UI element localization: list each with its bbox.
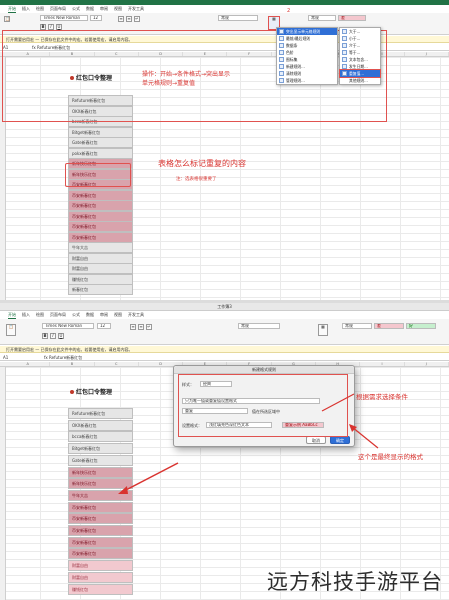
font-name-select[interactable]: Times New Roman: [40, 15, 88, 21]
top-screenshot: 开始 插入 绘图 页面布局 公式 数据 审阅 视图 开发工具 📋 Times N…: [0, 0, 449, 300]
annotation-box-duplicates: [65, 163, 131, 187]
annotation-arrows: [118, 393, 379, 494]
arrow-to-cells: [123, 462, 179, 492]
menu-item-label: 大于...: [349, 29, 361, 34]
color-scales-icon: [279, 50, 284, 55]
menu-item-data-bars[interactable]: 数据条: [277, 42, 337, 49]
table-cell[interactable]: 币安新春红包: [68, 221, 133, 232]
step-badge: 2: [287, 8, 291, 14]
menu-item-label: 清除规则: [286, 71, 302, 76]
tab-developer[interactable]: 开发工具: [128, 6, 144, 12]
clear-rules-icon: [279, 71, 284, 76]
highlight-rules-icon: [279, 29, 284, 34]
menu-item-label: 色阶: [286, 50, 294, 55]
text-contains-icon: [342, 57, 347, 62]
style-normal[interactable]: 常规: [308, 15, 336, 21]
tab-data[interactable]: 数据: [86, 6, 94, 12]
menu-item-highlight-rules[interactable]: 突出显示单元格规则: [277, 28, 337, 35]
bottom-screenshot: 工作簿3 开始 插入 绘图 页面布局 公式 数据 审阅 视图 开发工具 📋 Ti…: [0, 303, 449, 600]
paste-icon[interactable]: 📋: [4, 16, 10, 22]
table-cell[interactable]: Gate新春红包: [68, 137, 133, 148]
table-cell[interactable]: 财富自由: [68, 252, 133, 264]
table-cell[interactable]: 新春红包: [68, 284, 133, 295]
table-cell[interactable]: 财富自由: [68, 263, 133, 274]
less-than-icon: [342, 36, 347, 41]
table-cell[interactable]: 币安新春红包: [68, 231, 133, 243]
arrow-to-format: [351, 426, 379, 449]
between-icon: [342, 43, 347, 48]
conditional-format-menu: 突出显示单元格规则 最前/最后规则 数据条 色阶 图标集 新建规则... 清除规…: [276, 27, 338, 85]
table-cell[interactable]: 币安新春红包: [68, 210, 133, 222]
menu-item-label: 管理规则...: [286, 78, 305, 83]
menu-item-new-rule[interactable]: 新建规则...: [277, 63, 337, 70]
submenu-date-occurring[interactable]: 发生日期...: [340, 63, 380, 70]
menu-item-label: 图标集: [286, 57, 298, 62]
table-cell[interactable]: 币安新春红包: [68, 200, 133, 211]
menu-item-label: 小于...: [349, 36, 361, 41]
submenu-greater-than[interactable]: 大于...: [340, 28, 380, 35]
menu-item-label: 重复值...: [349, 71, 365, 76]
submenu-between[interactable]: 介于...: [340, 42, 380, 49]
menu-item-label: 突出显示单元格规则: [286, 29, 321, 34]
tab-formulas[interactable]: 公式: [72, 6, 80, 12]
new-rule-icon: [279, 64, 284, 69]
submenu-less-than[interactable]: 小于...: [340, 35, 380, 42]
menu-item-label: 其他规则...: [349, 78, 368, 83]
font-size-select[interactable]: 12: [90, 15, 102, 21]
table-cell[interactable]: 牛年大吉: [68, 242, 133, 253]
menu-item-label: 发生日期...: [349, 64, 368, 69]
date-icon: [342, 64, 347, 69]
column-header-j[interactable]: J: [405, 52, 449, 56]
tab-page-layout[interactable]: 页面布局: [50, 6, 66, 12]
ribbon-tabs: 开始 插入 绘图 页面布局 公式 数据 审阅 视图 开发工具: [0, 6, 449, 13]
menu-item-label: 介于...: [349, 43, 361, 48]
greater-than-icon: [342, 29, 347, 34]
table-cell[interactable]: 赚钱红包: [68, 273, 133, 285]
align-left-icon[interactable]: ≡: [118, 16, 124, 22]
tab-draw[interactable]: 绘图: [36, 6, 44, 12]
menu-item-label: 最前/最后规则: [286, 36, 311, 41]
menu-item-label: 新建规则...: [286, 64, 305, 69]
menu-item-label: 文本包含...: [349, 57, 368, 62]
duplicate-values-icon: [342, 71, 347, 76]
menu-item-icon-sets[interactable]: 图标集: [277, 56, 337, 63]
submenu-equal-to[interactable]: 等于...: [340, 49, 380, 56]
tab-insert[interactable]: 插入: [22, 6, 30, 12]
menu-item-label: 数据条: [286, 43, 298, 48]
data-bars-icon: [279, 43, 284, 48]
number-format-select[interactable]: 常规: [218, 15, 258, 21]
menu-item-manage-rules[interactable]: 管理规则...: [277, 77, 337, 84]
equal-to-icon: [342, 50, 347, 55]
submenu-duplicate-values[interactable]: 重复值...: [339, 69, 381, 78]
arrow-to-dialog: [321, 393, 355, 412]
submenu-text-contains[interactable]: 文本包含...: [340, 56, 380, 63]
menu-item-top-bottom-rules[interactable]: 最前/最后规则: [277, 35, 337, 42]
tab-home[interactable]: 开始: [8, 6, 16, 13]
wrap-text-icon[interactable]: ↵: [134, 16, 140, 22]
annotation-steps: 操作：开始→条件格式→突出显示 单元格规则→重复值: [142, 71, 231, 87]
menu-item-label: 等于...: [349, 50, 361, 55]
annotation-question: 表格怎么标记重复的内容: [158, 159, 246, 168]
menu-item-color-scales[interactable]: 色阶: [277, 49, 337, 56]
tab-view[interactable]: 视图: [114, 6, 122, 12]
style-bad[interactable]: 差: [338, 15, 366, 21]
watermark: 远方科技手游平台: [267, 570, 443, 594]
top-bottom-icon: [279, 36, 284, 41]
annotation-note: 注：选表格很重要了: [176, 177, 217, 182]
align-center-icon[interactable]: ≡: [126, 16, 132, 22]
highlight-rules-submenu: 大于... 小于... 介于... 等于... 文本包含... 发生日期... …: [339, 27, 381, 85]
window-title-bar: [0, 0, 449, 5]
menu-item-clear-rules[interactable]: 清除规则: [277, 70, 337, 77]
table-cell[interactable]: pokx新春红包: [68, 147, 133, 159]
table-cell[interactable]: Bitget新春红包: [68, 126, 133, 138]
tab-review[interactable]: 审阅: [100, 6, 108, 12]
submenu-more-rules[interactable]: 其他规则...: [340, 77, 380, 84]
manage-rules-icon: [279, 78, 284, 83]
arrow-head-cells: [118, 486, 128, 494]
table-cell[interactable]: 币安新春红包: [68, 189, 133, 201]
icon-sets-icon: [279, 57, 284, 62]
